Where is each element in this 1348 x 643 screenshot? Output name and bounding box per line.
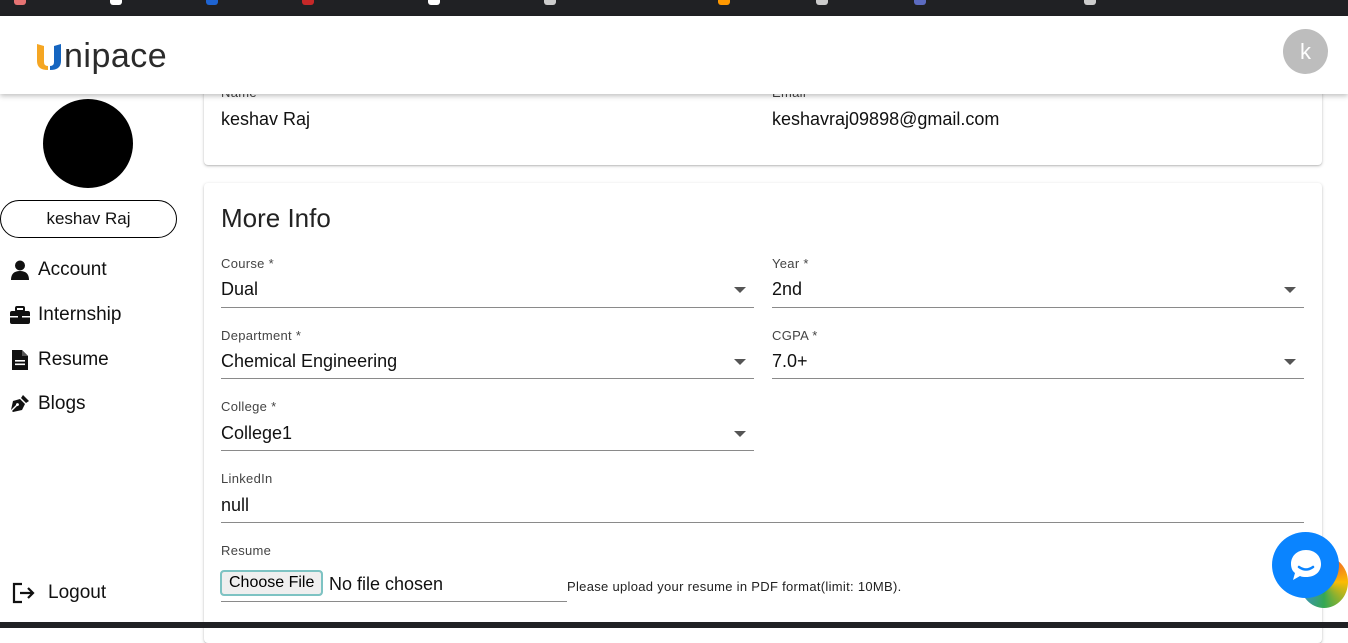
sidebar-item-blogs[interactable]: Blogs — [10, 393, 86, 415]
course-value: Dual — [221, 279, 259, 299]
profile-picture[interactable] — [43, 99, 133, 188]
college-value: College1 — [221, 423, 293, 443]
tab-favicon — [718, 0, 730, 5]
sidebar-item-resume[interactable]: Resume — [10, 349, 109, 371]
department-label: Department * — [221, 328, 302, 343]
name-value: keshav Raj — [221, 109, 311, 129]
person-icon — [10, 260, 30, 280]
logout-button[interactable]: Logout — [12, 582, 106, 604]
year-label: Year * — [772, 256, 809, 271]
sidebar-item-label: Blogs — [38, 393, 86, 414]
tab-favicon — [302, 0, 314, 5]
dropdown-caret-icon — [734, 359, 746, 365]
brand-logo[interactable]: nipace — [36, 36, 167, 76]
linkedin-value: null — [221, 495, 250, 515]
user-avatar[interactable]: k — [1283, 29, 1328, 74]
resume-helper-text: Please upload your resume in PDF format(… — [567, 579, 902, 594]
more-info-card: More Info Course * Dual Year * 2nd Depar… — [204, 183, 1322, 643]
year-value: 2nd — [772, 279, 803, 299]
tab-favicon — [110, 0, 122, 5]
resume-label: Resume — [221, 543, 272, 558]
field-underline — [772, 307, 1304, 308]
field-underline — [221, 307, 754, 308]
tab-favicon — [14, 0, 26, 5]
field-underline — [221, 378, 754, 379]
sidebar: keshav Raj Account Internship Resume Blo… — [0, 94, 200, 622]
logo-mark-icon — [37, 44, 61, 70]
sidebar-item-label: Resume — [38, 349, 109, 370]
cgpa-label: CGPA * — [772, 328, 818, 343]
field-underline — [772, 378, 1304, 379]
taskbar-strip — [0, 622, 1348, 628]
dropdown-caret-icon — [1284, 287, 1296, 293]
tab-favicon — [428, 0, 440, 5]
field-underline — [221, 522, 1304, 523]
document-icon — [10, 350, 30, 370]
logout-icon — [12, 582, 36, 604]
browser-tab-strip — [0, 0, 1348, 16]
tab-favicon — [1084, 0, 1096, 5]
pen-nib-icon — [10, 394, 30, 414]
logo-text: nipace — [64, 37, 168, 75]
field-underline — [221, 450, 754, 451]
tab-favicon — [914, 0, 926, 5]
choose-file-button[interactable]: Choose File — [219, 570, 324, 596]
dropdown-caret-icon — [1284, 359, 1296, 365]
sidebar-item-label: Account — [38, 259, 107, 280]
sidebar-item-internship[interactable]: Internship — [10, 304, 121, 326]
tab-favicon — [206, 0, 218, 5]
tab-favicon — [544, 0, 556, 5]
chat-button[interactable] — [1272, 532, 1339, 598]
sidebar-item-account[interactable]: Account — [10, 259, 107, 281]
field-underline — [221, 601, 567, 602]
tab-favicon — [816, 0, 828, 5]
dropdown-caret-icon — [734, 431, 746, 437]
section-title: More Info — [221, 203, 331, 233]
cgpa-value: 7.0+ — [772, 351, 808, 371]
college-label: College * — [221, 399, 277, 414]
department-value: Chemical Engineering — [221, 351, 398, 371]
logout-label: Logout — [48, 582, 107, 603]
chat-bubble-icon — [1290, 550, 1321, 580]
briefcase-icon — [10, 305, 30, 325]
profile-name-button[interactable]: keshav Raj — [0, 200, 177, 238]
file-status: No file chosen — [329, 574, 444, 594]
email-value: keshavraj09898@gmail.com — [772, 109, 1000, 129]
sidebar-item-label: Internship — [38, 304, 122, 325]
linkedin-label: LinkedIn — [221, 471, 273, 486]
course-label: Course * — [221, 256, 274, 271]
app-header: nipace k — [0, 16, 1348, 94]
dropdown-caret-icon — [734, 287, 746, 293]
